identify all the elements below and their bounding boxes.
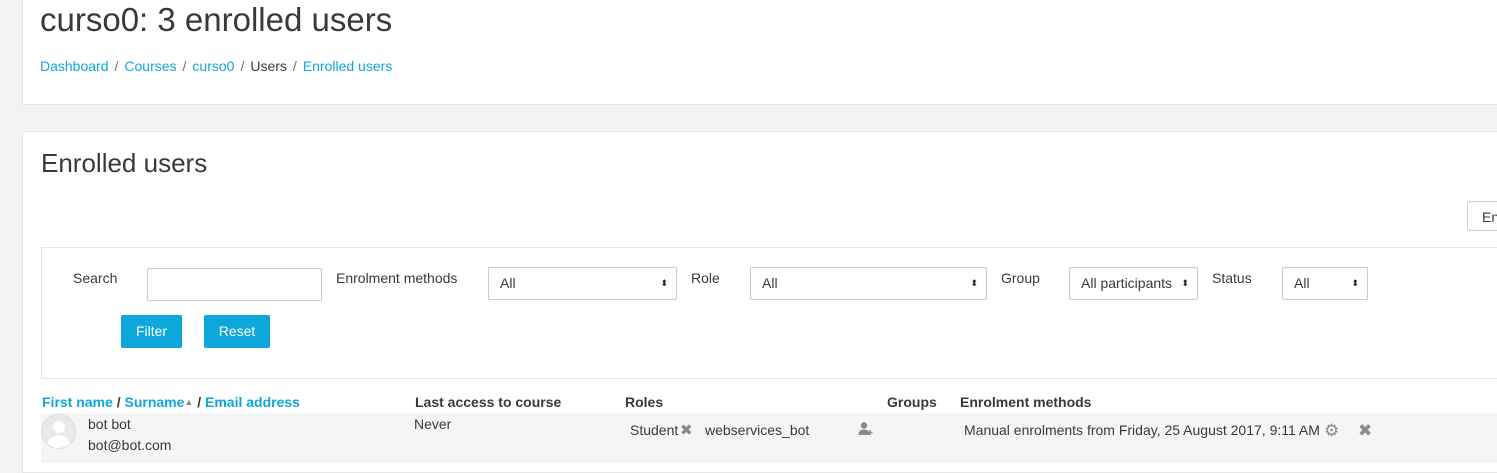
- search-label: Search: [73, 270, 118, 286]
- group-label: Group: [1001, 270, 1040, 286]
- breadcrumb-separator: /: [240, 58, 245, 74]
- name-column-header: First name / Surname▲ / Email address: [42, 394, 300, 410]
- sort-email[interactable]: Email address: [205, 394, 300, 410]
- enrolment-methods-column-header: Enrolment methods: [960, 394, 1092, 410]
- filter-button[interactable]: Filter: [121, 315, 182, 348]
- breadcrumb-separator: /: [114, 58, 119, 74]
- role-badge-student: Student: [630, 422, 679, 438]
- status-label: Status: [1212, 270, 1252, 286]
- group-select[interactable]: All participants ⬍: [1069, 267, 1198, 300]
- gear-icon[interactable]: ⚙: [1324, 422, 1339, 439]
- groups-column-header: Groups: [887, 394, 937, 410]
- sort-last-access[interactable]: Last access to course: [415, 394, 561, 410]
- sort-first-name[interactable]: First name: [42, 394, 113, 410]
- sort-ascending-icon: ▲: [184, 397, 194, 407]
- sort-surname[interactable]: Surname: [124, 394, 184, 410]
- select-caret-icon: ⬍: [1181, 278, 1189, 288]
- status-select[interactable]: All ⬍: [1282, 267, 1368, 300]
- roles-column-header: Roles: [625, 394, 664, 410]
- last-access: Never: [414, 416, 452, 432]
- breadcrumb-enrolled-users[interactable]: Enrolled users: [303, 58, 393, 74]
- select-caret-icon: ⬍: [660, 278, 668, 288]
- enrol-users-button[interactable]: En: [1467, 201, 1497, 231]
- enrolment-methods-label: Enrolment methods: [336, 270, 458, 286]
- close-icon[interactable]: ✖: [1358, 422, 1372, 439]
- breadcrumb-users: Users: [250, 58, 287, 74]
- user-email: bot@bot.com: [88, 437, 172, 453]
- role-badge-webservices-bot: webservices_bot: [705, 422, 810, 438]
- enrolment-methods-select[interactable]: All ⬍: [488, 267, 677, 300]
- breadcrumb-dashboard[interactable]: Dashboard: [40, 58, 109, 74]
- section-title: Enrolled users: [41, 148, 208, 178]
- breadcrumb-courses[interactable]: Courses: [124, 58, 176, 74]
- page-title: curso0: 3 enrolled users: [40, 1, 393, 38]
- breadcrumb-separator: /: [292, 58, 297, 74]
- search-input[interactable]: [147, 268, 322, 301]
- avatar[interactable]: [41, 414, 76, 449]
- select-caret-icon: ⬍: [1351, 278, 1359, 288]
- close-icon[interactable]: ✖: [680, 423, 693, 438]
- user-fullname[interactable]: bot bot: [88, 416, 131, 432]
- role-label: Role: [691, 270, 720, 286]
- user-plus-icon[interactable]: [858, 421, 874, 437]
- breadcrumb-separator: /: [182, 58, 187, 74]
- reset-button[interactable]: Reset: [204, 315, 270, 348]
- enrolment-method-text: Manual enrolments from Friday, 25 August…: [964, 422, 1320, 438]
- breadcrumb: Dashboard / Courses / curso0 / Users / Enrolled …: [40, 58, 392, 74]
- role-select[interactable]: All ⬍: [750, 267, 987, 300]
- breadcrumb-course[interactable]: curso0: [192, 58, 234, 74]
- select-caret-icon: ⬍: [970, 278, 978, 288]
